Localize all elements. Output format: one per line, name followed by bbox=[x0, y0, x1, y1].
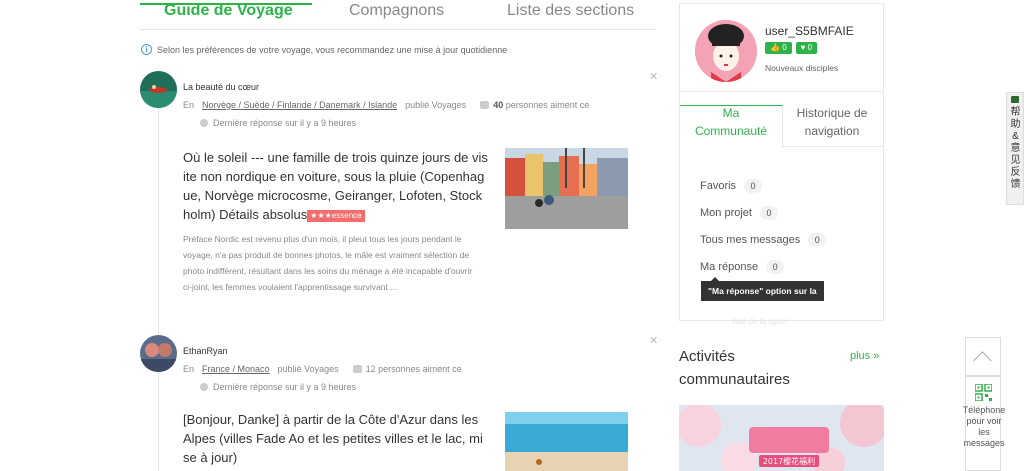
region-link[interactable]: Norvège / Suède / Finlande / Danemark / … bbox=[202, 100, 397, 110]
like-stat[interactable]: ♥ 0 bbox=[795, 42, 818, 54]
qr-label: Téléphone pour voir les messages bbox=[962, 405, 1006, 448]
count-badge: 0 bbox=[759, 205, 778, 220]
avatar[interactable] bbox=[140, 335, 177, 372]
timeline-line bbox=[158, 108, 159, 471]
follow-stat-value: 0 bbox=[782, 43, 787, 52]
last-reply-text: Dernière réponse sur il y a 9 heures bbox=[213, 382, 357, 392]
feedback-label[interactable]: 帮助&意见反馈 bbox=[1009, 107, 1022, 191]
last-reply: Dernière réponse sur il y a 9 heures bbox=[200, 382, 356, 392]
likes: 40 personnes aiment ce bbox=[493, 100, 589, 110]
feedback-tab[interactable]: 帮助&意见反馈 bbox=[1006, 92, 1024, 205]
clock-icon bbox=[200, 383, 208, 391]
like-icon bbox=[352, 365, 362, 373]
tab-sections-list[interactable]: Liste des sections bbox=[507, 0, 634, 22]
tab-browsing-history[interactable]: Historique de navigation bbox=[787, 104, 877, 140]
likes: 12 personnes aiment ce bbox=[366, 364, 462, 374]
count-badge: 0 bbox=[808, 232, 827, 247]
like-stat-value: 0 bbox=[807, 43, 813, 52]
last-reply-text: Dernière réponse sur il y a 9 heures bbox=[213, 118, 357, 128]
meta-prefix: En bbox=[183, 364, 195, 374]
stat-pills: 👍 0 ♥ 0 bbox=[765, 42, 818, 54]
close-icon[interactable]: ✕ bbox=[649, 334, 658, 347]
meta-prefix: En bbox=[183, 100, 195, 110]
tab-travel-guide[interactable]: Guide de Voyage bbox=[164, 0, 293, 22]
activities-title: Activités communautaires bbox=[679, 348, 790, 388]
essence-badge: ★★★essence bbox=[307, 209, 365, 222]
count-badge: 0 bbox=[744, 178, 763, 193]
last-reply: Dernière réponse sur il y a 9 heures bbox=[200, 118, 356, 128]
likes-count: 12 bbox=[365, 364, 376, 374]
post-author[interactable]: EthanRyan bbox=[183, 346, 228, 356]
follow-stat[interactable]: 👍 0 bbox=[765, 42, 792, 54]
qr-code-icon bbox=[975, 384, 992, 401]
published-label: publié Voyages bbox=[277, 364, 339, 374]
notice-text: Selon les préférences de votre voyage, v… bbox=[157, 44, 508, 55]
chat-icon bbox=[1011, 96, 1019, 103]
post-meta: En Norvège / Suède / Finlande / Danemark… bbox=[183, 100, 589, 110]
profile-card: user_S5BMFAIE 👍 0 ♥ 0 Nouveaux disciples… bbox=[679, 3, 884, 326]
region-link[interactable]: France / Monaco bbox=[202, 364, 270, 374]
post-author[interactable]: La beauté du cœur bbox=[183, 82, 259, 92]
list-item[interactable]: Ma réponse 0 bbox=[700, 253, 826, 280]
post-title[interactable]: [Bonjour, Danke] à partir de la Côte d'A… bbox=[183, 410, 489, 467]
post-title-text[interactable]: [Bonjour, Danke] à partir de la Côte d'A… bbox=[183, 412, 483, 465]
info-icon: i bbox=[141, 44, 152, 55]
main-tabs: Guide de Voyage Compagnons Liste des sec… bbox=[140, 0, 656, 30]
recommendation-notice: i Selon les préférences de votre voyage,… bbox=[141, 44, 507, 55]
list-item[interactable]: Favoris 0 bbox=[700, 172, 826, 199]
followers-link[interactable]: Nouveaux disciples bbox=[765, 63, 838, 73]
list-item-label[interactable]: Tous mes messages bbox=[700, 234, 800, 246]
more-link[interactable]: plus » bbox=[850, 350, 879, 362]
banner-text: 2017樱花福利 bbox=[763, 456, 815, 466]
likes-text: personnes aiment ce bbox=[378, 364, 462, 374]
close-icon[interactable]: ✕ bbox=[649, 70, 658, 83]
likes-count: 40 bbox=[493, 100, 504, 110]
likes-text: personnes aiment ce bbox=[505, 100, 590, 110]
avatar[interactable] bbox=[140, 71, 177, 108]
activity-banner[interactable]: 2017樱花福利 bbox=[679, 405, 884, 471]
tooltip: "Ma réponse" option sur la bbox=[701, 277, 824, 301]
list-item-label[interactable]: Mon projet bbox=[700, 207, 752, 219]
list-item-label[interactable]: Ma réponse bbox=[700, 261, 758, 273]
post-meta: En France / Monaco publié Voyages 12 per… bbox=[183, 364, 462, 374]
post-title[interactable]: Où le soleil --- une famille de trois qu… bbox=[183, 148, 489, 224]
list-item[interactable]: Tous mes messages 0 bbox=[700, 226, 827, 253]
qr-code-widget[interactable]: Téléphone pour voir les messages bbox=[963, 376, 1005, 471]
avatar[interactable] bbox=[695, 20, 757, 82]
clock-icon bbox=[200, 119, 208, 127]
community-list: Favoris 0 Mon projet 0 Tous mes messages… bbox=[700, 172, 827, 280]
published-label: publié Voyages bbox=[405, 100, 467, 110]
scroll-top-button[interactable] bbox=[965, 337, 1001, 376]
count-badge: 0 bbox=[766, 259, 785, 274]
username[interactable]: user_S5BMFAIE bbox=[765, 24, 854, 38]
list-item[interactable]: Mon projet 0 bbox=[700, 199, 826, 226]
like-icon bbox=[480, 101, 490, 109]
faded-hint: liste de la ligne! bbox=[732, 317, 788, 326]
post-image[interactable] bbox=[505, 412, 628, 471]
list-item-label[interactable]: Favoris bbox=[700, 180, 736, 192]
post-excerpt: Préface Nordic est revenu plus d'un mois… bbox=[183, 234, 473, 292]
card-tabs: Ma Communauté Historique de navigation bbox=[680, 91, 883, 148]
tab-my-community[interactable]: Ma Communauté bbox=[686, 104, 776, 140]
post-image[interactable] bbox=[505, 148, 628, 229]
tab-companions[interactable]: Compagnons bbox=[349, 0, 444, 22]
